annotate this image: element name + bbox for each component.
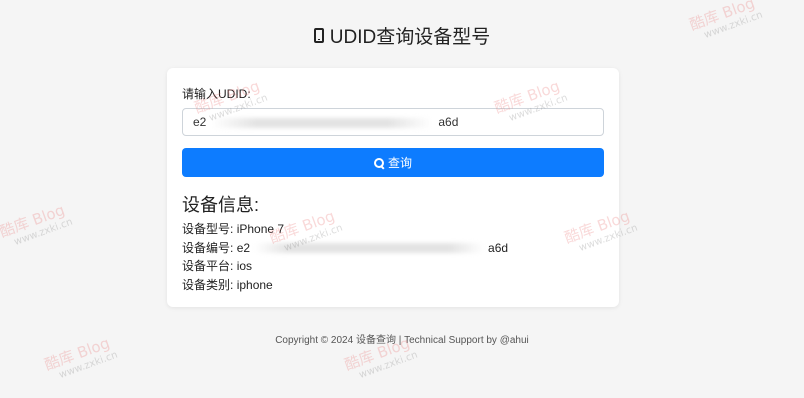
device-info-list: 设备型号: iPhone 7 设备编号: e2 a6d 设备平台: ios 设备类… xyxy=(182,220,508,294)
device-category-label: 设备类别: xyxy=(182,277,234,292)
device-platform-label: 设备平台: xyxy=(182,259,234,273)
phone-icon xyxy=(313,28,324,43)
watermark: 酷库 Blog www.zxki.cn xyxy=(0,201,74,251)
query-card: 请输入UDID: e2 a6d 查询 设备信息: 设备型号: iPhone 7 设… xyxy=(167,68,619,307)
query-button[interactable]: 查询 xyxy=(182,148,604,177)
device-udid-end: a6d xyxy=(488,240,509,255)
watermark-url: www.zxki.cn xyxy=(57,349,120,381)
watermark-url: www.zxki.cn xyxy=(12,216,75,248)
query-button-label: 查询 xyxy=(387,156,412,170)
device-info-heading: 设备信息: xyxy=(182,195,260,215)
udid-input-end: a6d xyxy=(438,115,459,129)
device-category-value: iphone xyxy=(236,277,273,292)
watermark-url: www.zxki.cn xyxy=(357,349,420,381)
udid-input-start: e2 xyxy=(193,115,207,129)
device-udid-start: e2 xyxy=(236,240,251,255)
udid-label: 请输入UDID: xyxy=(182,87,251,101)
device-platform-value: ios xyxy=(236,259,253,273)
device-platform-row: 设备平台: ios xyxy=(182,257,508,276)
page-title-text: UDID查询设备型号 xyxy=(329,27,491,48)
udid-redaction xyxy=(212,117,433,128)
device-model-row: 设备型号: iPhone 7 xyxy=(182,220,508,239)
device-udid-redaction xyxy=(254,243,485,254)
udid-input[interactable]: e2 a6d xyxy=(182,108,604,136)
device-model-value: iPhone 7 xyxy=(236,222,285,236)
page-title: UDID查询设备型号 xyxy=(0,22,804,49)
search-icon xyxy=(373,157,384,168)
device-model-label: 设备型号: xyxy=(182,222,234,236)
device-udid-label: 设备编号: xyxy=(182,240,234,255)
footer-copyright: Copyright © 2024 设备查询 | Technical Suppor… xyxy=(275,335,529,346)
watermark-brand: 酷库 Blog xyxy=(0,200,68,242)
device-udid-row: 设备编号: e2 a6d xyxy=(182,239,508,258)
device-category-row: 设备类别: iphone xyxy=(182,276,508,295)
